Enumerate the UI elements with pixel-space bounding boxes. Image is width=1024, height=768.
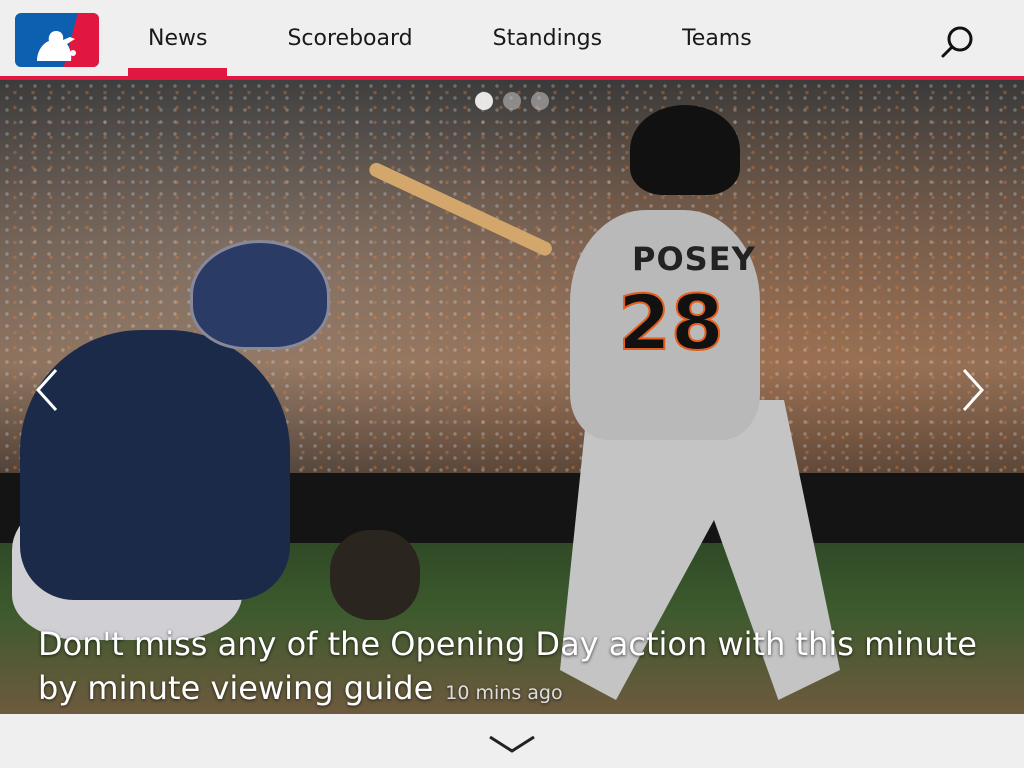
tab-news[interactable]: News (128, 0, 228, 76)
top-navigation-bar: News Scoreboard Standings Teams (0, 0, 1024, 76)
search-icon[interactable] (938, 22, 978, 62)
tab-teams[interactable]: Teams (662, 0, 772, 76)
story-caption[interactable]: Don't miss any of the Opening Day action… (38, 622, 1008, 710)
tab-label: Teams (682, 25, 752, 51)
tab-label: Standings (492, 25, 603, 51)
jersey-number: 28 (617, 277, 725, 368)
carousel-dot[interactable] (503, 92, 521, 110)
chevron-left-icon[interactable] (32, 368, 62, 412)
tab-label: Scoreboard (287, 25, 413, 51)
chevron-right-icon[interactable] (958, 368, 988, 412)
carousel-dot[interactable] (475, 92, 493, 110)
tab-label: News (148, 25, 208, 51)
primary-tabs: News Scoreboard Standings Teams (128, 0, 812, 76)
batter-helmet (630, 105, 740, 195)
jersey-name: POSEY (632, 240, 756, 278)
chevron-down-icon[interactable] (488, 734, 536, 754)
story-timestamp: 10 mins ago (445, 682, 563, 704)
tab-standings[interactable]: Standings (473, 0, 622, 76)
mlb-logo-icon[interactable] (15, 13, 99, 67)
tab-scoreboard[interactable]: Scoreboard (267, 0, 432, 76)
carousel-dot[interactable] (531, 92, 549, 110)
carousel-indicators (475, 92, 549, 110)
catcher-helmet (190, 240, 330, 350)
featured-story-carousel[interactable]: POSEY 28 (0, 80, 1024, 714)
catcher-glove (330, 530, 420, 620)
